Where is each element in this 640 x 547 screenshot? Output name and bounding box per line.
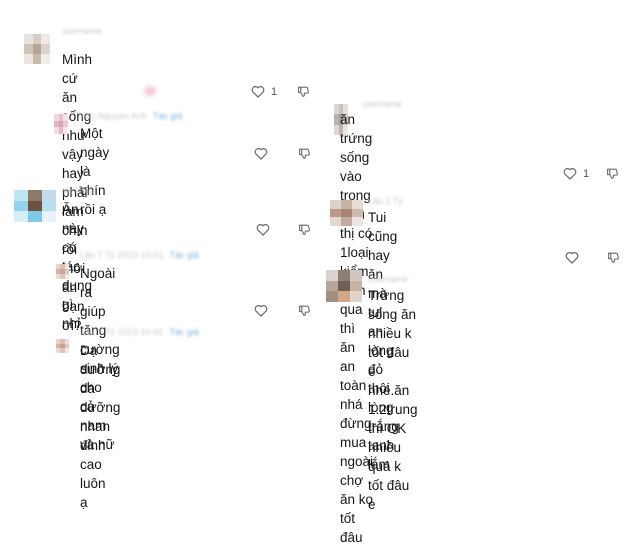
comment-author[interactable]: Lâu 7 Tỷ 2023-10-01 Tác giả: [80, 250, 199, 260]
thumbs-down-icon[interactable]: [606, 167, 619, 180]
comment-author[interactable]: username: [62, 26, 102, 36]
avatar[interactable]: [24, 34, 50, 64]
thumbs-down-icon[interactable]: [297, 85, 310, 98]
author-badge: Tác giả: [169, 250, 199, 260]
heart-outline-icon[interactable]: [254, 304, 268, 317]
comment-author[interactable]: username: [368, 274, 408, 284]
avatar[interactable]: [326, 270, 362, 302]
heart-outline-icon[interactable]: [563, 167, 577, 180]
comment-text: Dạ dưỡng da dưỡng nhan đỉnh cao luôn ạ: [80, 343, 121, 510]
avatar[interactable]: [14, 190, 56, 222]
thumbs-down-icon[interactable]: [607, 251, 620, 264]
heart-outline-icon[interactable]: [256, 223, 270, 236]
author-badge: Tác giả: [169, 327, 199, 337]
like-count: 1: [583, 167, 590, 180]
avatar[interactable]: [56, 264, 69, 279]
comment-author[interactable]: Lâu 7 Tỷ 2023-10-01 Tác giả: [80, 327, 199, 337]
avatar[interactable]: [330, 200, 363, 226]
author-badge: Tác giả: [152, 111, 183, 121]
avatar[interactable]: [56, 339, 69, 353]
comment-author[interactable]: ha Thuỷ: [62, 186, 94, 196]
comment-author[interactable]: Van Nguyen Anh Tác giả: [80, 111, 182, 121]
like-count: 1: [271, 85, 278, 98]
heart-outline-icon[interactable]: [251, 85, 265, 98]
comment-author[interactable]: Lâu 2 Tỷ: [368, 196, 403, 206]
decorative-blur: [144, 86, 156, 96]
heart-outline-icon[interactable]: [254, 147, 268, 160]
thumbs-down-icon[interactable]: [298, 304, 311, 317]
heart-outline-icon[interactable]: [565, 251, 579, 264]
thumbs-down-icon[interactable]: [298, 147, 311, 160]
avatar[interactable]: [54, 114, 68, 134]
comment-text: Trứng sống ăn nhiều k tốt đâu e nhé.ăn 1…: [368, 288, 418, 512]
thumbs-down-icon[interactable]: [298, 223, 311, 236]
comment-author[interactable]: username: [362, 99, 402, 109]
